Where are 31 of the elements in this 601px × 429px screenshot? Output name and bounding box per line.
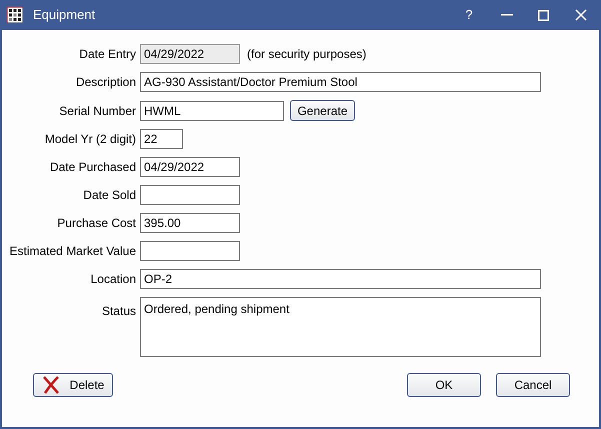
field-label: Date Purchased xyxy=(50,159,136,176)
field-label: Model Yr (2 digit) xyxy=(44,131,136,148)
text-field[interactable] xyxy=(140,185,240,205)
text-field[interactable]: 22 xyxy=(140,129,183,149)
delete-button[interactable]: Delete xyxy=(33,373,113,397)
field-label: Purchase Cost xyxy=(57,215,136,232)
field-label: Date Entry xyxy=(79,46,136,63)
ok-button[interactable]: OK xyxy=(407,373,481,397)
text-field[interactable]: AG-930 Assistant/Doctor Premium Stool xyxy=(140,72,541,92)
minimize-icon xyxy=(501,14,513,16)
delete-x-icon xyxy=(42,376,60,394)
field-note: (for security purposes) xyxy=(247,46,366,63)
field-label: Status xyxy=(102,303,136,320)
app-grid-icon xyxy=(7,7,23,23)
help-button[interactable]: ? xyxy=(449,0,489,30)
window-title: Equipment xyxy=(33,6,96,24)
text-field[interactable]: HWML xyxy=(140,100,284,120)
field-label: Description xyxy=(76,74,136,91)
field-label: Date Sold xyxy=(83,187,136,204)
generate-button[interactable]: Generate xyxy=(290,100,355,121)
maximize-icon xyxy=(538,10,548,20)
field-label: Location xyxy=(90,271,136,288)
text-field[interactable]: OP-2 xyxy=(140,269,541,289)
status-field[interactable]: Ordered, pending shipment xyxy=(140,297,541,357)
text-field[interactable] xyxy=(140,241,240,261)
text-field[interactable]: 395.00 xyxy=(140,213,240,233)
cancel-button[interactable]: Cancel xyxy=(496,373,570,397)
close-icon xyxy=(575,9,587,21)
field-label: Serial Number xyxy=(59,102,136,120)
field-label: Estimated Market Value xyxy=(10,243,136,260)
text-field[interactable]: 04/29/2022 xyxy=(140,157,240,177)
